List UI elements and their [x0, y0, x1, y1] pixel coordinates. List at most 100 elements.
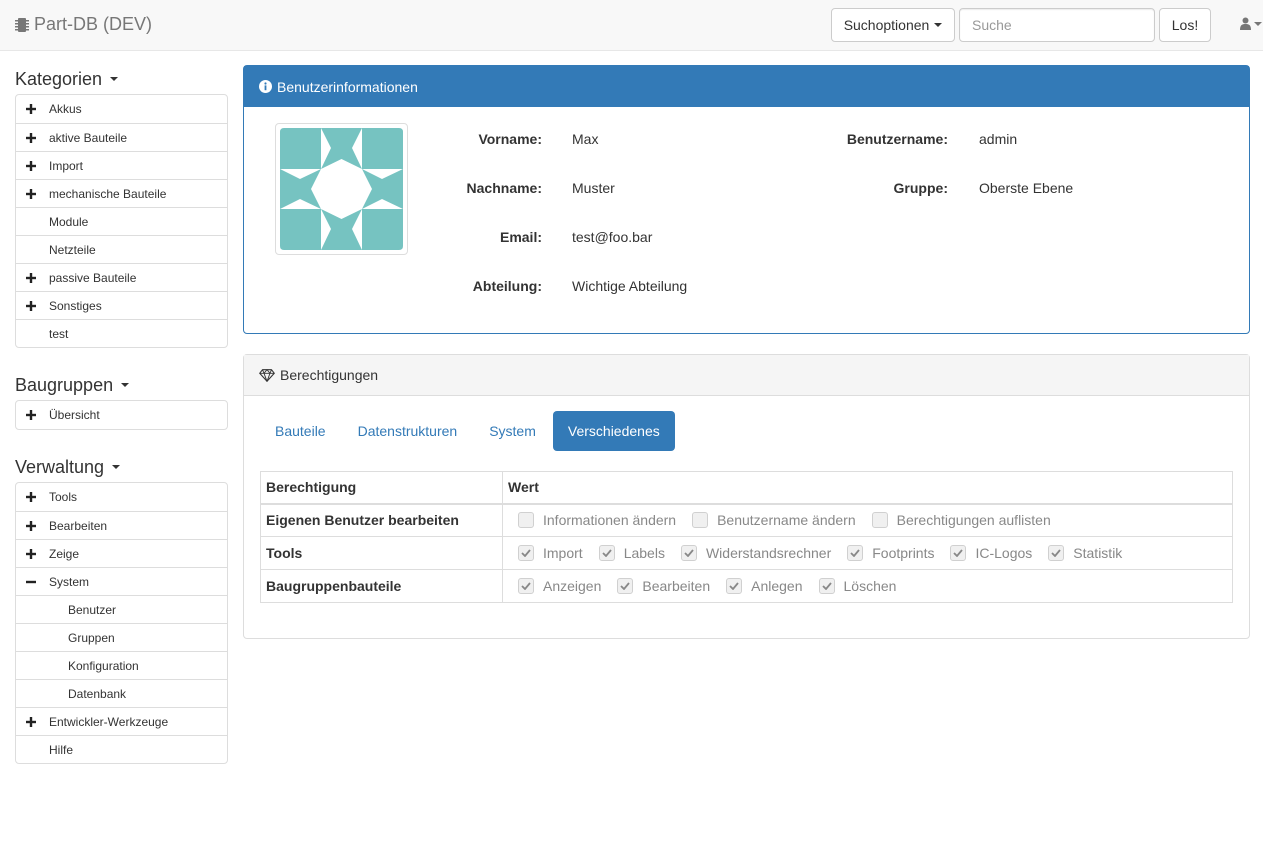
plus-icon: [26, 520, 36, 531]
tree-item[interactable]: aktive Bauteile: [16, 123, 227, 151]
tree-item[interactable]: Tools: [16, 483, 227, 511]
user-info-title: Benutzerinformationen: [277, 78, 418, 95]
permission-checkbox[interactable]: Anlegen: [726, 578, 803, 594]
tree-expander[interactable]: [26, 520, 49, 531]
permission-checkbox[interactable]: Bearbeiten: [617, 578, 710, 594]
tab-system[interactable]: System: [474, 411, 551, 451]
checkbox-checked-icon[interactable]: [680, 545, 697, 561]
permission-checkbox[interactable]: Löschen: [818, 578, 896, 594]
brand[interactable]: Part-DB (DEV): [15, 14, 152, 35]
checkbox-checked-icon[interactable]: [726, 578, 743, 594]
checkbox-label: Berechtigungen auflisten: [896, 512, 1051, 529]
table-row: Baugruppenbauteile Anzeigen Bearbeiten Anle…: [260, 569, 1233, 603]
tab-datenstrukturen[interactable]: Datenstrukturen: [343, 411, 473, 451]
tree-item-label: Akkus: [49, 102, 82, 116]
tab-verschiedenes[interactable]: Verschiedenes: [552, 411, 675, 451]
tree-expander[interactable]: [26, 132, 49, 143]
categories-heading[interactable]: Kategorien: [15, 60, 228, 94]
checkbox-checked-icon[interactable]: [1048, 545, 1065, 561]
checkbox-checked-icon[interactable]: [598, 545, 615, 561]
tree-item[interactable]: Import: [16, 151, 227, 179]
caret-down-icon: [1254, 21, 1262, 26]
tree-expander[interactable]: [26, 272, 49, 283]
permission-checkbox[interactable]: Berechtigungen auflisten: [871, 512, 1051, 529]
tab-bauteile[interactable]: Bauteile: [260, 411, 341, 451]
tree-item[interactable]: Akkus: [16, 95, 227, 123]
tree-item[interactable]: Datenbank: [16, 679, 227, 707]
tree-item[interactable]: Benutzer: [16, 595, 227, 623]
tree-expander[interactable]: [26, 716, 49, 727]
tree-item[interactable]: passive Bauteile: [16, 263, 227, 291]
checkbox-checked-icon[interactable]: [617, 578, 634, 594]
tree-item[interactable]: test: [16, 319, 227, 347]
tree-item[interactable]: mechanische Bauteile: [16, 179, 227, 207]
tree-item[interactable]: Konfiguration: [16, 651, 227, 679]
tree-item-label: Übersicht: [49, 408, 100, 422]
checkbox-checked-icon[interactable]: [518, 578, 534, 594]
admin-heading[interactable]: Verwaltung: [15, 448, 228, 482]
tree-expander[interactable]: [26, 577, 49, 587]
permission-values: Import Labels Widerstandsrechner Footprints…: [502, 536, 1233, 570]
checkbox-unchecked-icon[interactable]: [518, 512, 534, 529]
search-options-button[interactable]: Suchoptionen: [831, 8, 955, 42]
permissions-header: Berechtigungen: [244, 355, 1249, 396]
tree-expander[interactable]: [26, 160, 49, 171]
permission-checkbox[interactable]: Footprints: [847, 545, 934, 561]
plus-icon: [26, 188, 36, 199]
categories-tree: Akkus aktive Bauteile Import mechanische Ba…: [15, 94, 228, 348]
permission-values: Anzeigen Bearbeiten Anlegen Löschen: [502, 569, 1233, 603]
checkbox-checked-icon[interactable]: [518, 545, 534, 561]
tree-expander[interactable]: [26, 492, 49, 502]
tree-expander[interactable]: [26, 188, 49, 199]
permission-checkbox[interactable]: Benutzername ändern: [692, 512, 856, 529]
tree-item[interactable]: Bearbeiten: [16, 511, 227, 539]
permission-checkbox[interactable]: Informationen ändern: [518, 512, 676, 529]
tree-item-label: Datenbank: [68, 686, 127, 701]
tree-item-label: mechanische Bauteile: [49, 186, 167, 201]
plus-icon: [26, 300, 36, 311]
checkbox-label: Bearbeiten: [642, 578, 711, 594]
tree-item[interactable]: Zeige: [16, 539, 227, 567]
tree-item[interactable]: Module: [16, 207, 227, 235]
column-header: Wert: [502, 471, 1233, 505]
checkbox-unchecked-icon[interactable]: [871, 512, 888, 529]
permission-checkbox[interactable]: Labels: [598, 545, 665, 561]
user-menu[interactable]: [1240, 17, 1262, 30]
checkbox-checked-icon[interactable]: [847, 545, 864, 561]
permission-checkbox[interactable]: Widerstandsrechner: [680, 545, 831, 561]
first-name-label: Vorname:: [478, 131, 542, 147]
permission-checkbox[interactable]: IC-Logos: [950, 545, 1032, 561]
checkbox-checked-icon[interactable]: [818, 578, 835, 594]
permission-checkbox[interactable]: Anzeigen: [518, 578, 601, 594]
tree-expander[interactable]: [26, 104, 49, 114]
admin-heading-label: Verwaltung: [15, 456, 105, 477]
checkbox-checked-icon[interactable]: [950, 545, 967, 561]
tree-item[interactable]: System: [16, 567, 227, 595]
checkbox-unchecked-icon[interactable]: [692, 512, 709, 529]
tree-expander[interactable]: [26, 548, 49, 559]
go-button[interactable]: Los!: [1159, 8, 1211, 42]
permission-checkbox[interactable]: Statistik: [1048, 545, 1122, 561]
department-value: Wichtige Abteilung: [572, 278, 688, 294]
search-input[interactable]: [959, 8, 1155, 42]
permission-checkbox[interactable]: Import: [518, 545, 583, 561]
plus-icon: [26, 272, 36, 283]
tree-item[interactable]: Netzteile: [16, 235, 227, 263]
user-info-header: Benutzerinformationen: [244, 66, 1249, 107]
tree-item[interactable]: Hilfe: [16, 735, 227, 763]
username-label: Benutzername:: [846, 131, 948, 147]
info-circle-icon: [259, 80, 272, 93]
assemblies-heading[interactable]: Baugruppen: [15, 366, 228, 400]
tree-item-label: Entwickler-Werkzeuge: [49, 714, 169, 729]
tree-expander[interactable]: [26, 300, 49, 311]
tree-item[interactable]: Gruppen: [16, 623, 227, 651]
tree-item-label: Hilfe: [49, 742, 74, 757]
tree-item[interactable]: Sonstiges: [16, 291, 227, 319]
tree-expander[interactable]: [26, 410, 49, 420]
go-label: Los!: [1171, 17, 1199, 33]
tree-item[interactable]: Entwickler-Werkzeuge: [16, 707, 227, 735]
tree-item-label: aktive Bauteile: [49, 130, 128, 145]
tree-item[interactable]: Übersicht: [16, 401, 227, 429]
assemblies-tree: Übersicht: [15, 400, 228, 430]
table-row: Tools Import Labels Widerstandsrechner Footp…: [260, 536, 1233, 570]
